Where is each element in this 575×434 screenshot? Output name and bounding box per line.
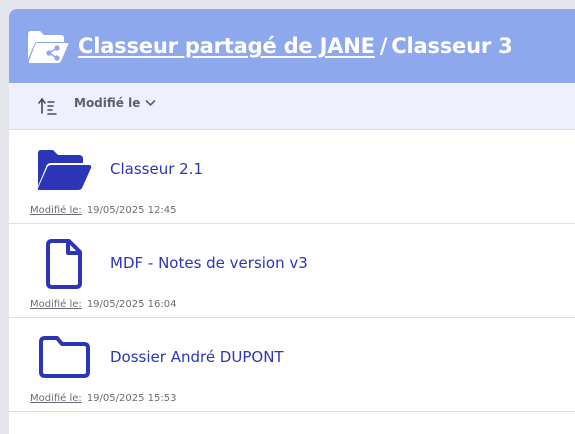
sort-by-dropdown[interactable]: Modifié le: [74, 96, 156, 110]
item-name[interactable]: MDF - Notes de version v3: [110, 254, 308, 272]
list-item[interactable]: Dossier André DUPONT Modifié le: 19/05/20…: [9, 318, 575, 412]
item-modified: Modifié le: 19/05/2025 12:45: [30, 205, 176, 216]
sort-ascending-icon[interactable]: [38, 97, 58, 119]
list-item[interactable]: Classeur 2.1 Modifié le: 19/05/2025 12:45: [9, 130, 575, 224]
modified-value: 19/05/2025 12:45: [86, 205, 177, 216]
item-name[interactable]: Dossier André DUPONT: [110, 348, 284, 366]
folder-icon: [39, 335, 91, 383]
modified-value: 19/05/2025 16:04: [86, 299, 177, 310]
file-list: Classeur 2.1 Modifié le: 19/05/2025 12:45…: [9, 130, 575, 412]
modified-label: Modifié le:: [30, 393, 82, 404]
breadcrumb: Classeur partagé de JANE / Classeur 3: [78, 9, 513, 83]
breadcrumb-separator: /: [379, 34, 388, 58]
modified-label: Modifié le:: [30, 205, 82, 216]
modified-value: 19/05/2025 15:53: [86, 393, 177, 404]
item-modified: Modifié le: 19/05/2025 15:53: [30, 393, 176, 404]
header-bar: Classeur partagé de JANE / Classeur 3: [9, 9, 575, 83]
modified-label: Modifié le:: [30, 299, 82, 310]
document-icon: [46, 238, 84, 294]
breadcrumb-current-folder: Classeur 3: [391, 34, 513, 58]
item-modified: Modifié le: 19/05/2025 16:04: [30, 299, 176, 310]
list-item[interactable]: MDF - Notes de version v3 Modifié le: 19/…: [9, 224, 575, 318]
chevron-down-icon: [145, 96, 156, 110]
breadcrumb-shared-folder-link[interactable]: Classeur partagé de JANE: [78, 34, 375, 58]
item-name[interactable]: Classeur 2.1: [110, 160, 203, 178]
sort-by-label: Modifié le: [74, 96, 141, 110]
folder-open-icon: [36, 148, 94, 196]
shared-folder-icon: [26, 28, 70, 70]
sort-toolbar: Modifié le: [9, 83, 575, 130]
file-browser-panel: Classeur partagé de JANE / Classeur 3 Mo…: [9, 9, 575, 434]
